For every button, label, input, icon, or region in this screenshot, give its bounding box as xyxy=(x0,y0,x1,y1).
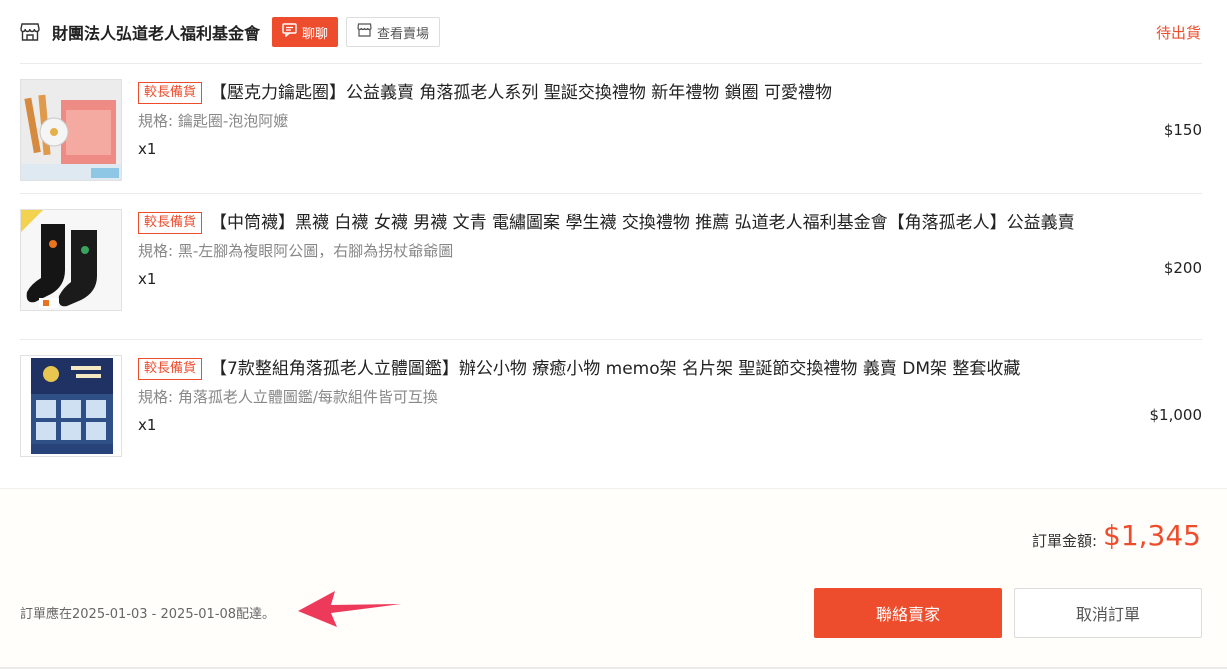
item-spec: 規格: 鑰匙圈-泡泡阿嬤 xyxy=(138,112,289,130)
item-quantity: x1 xyxy=(138,270,157,288)
preorder-tag: 較長備貨 xyxy=(138,82,203,104)
item-price: $200 xyxy=(1163,259,1202,277)
view-shop-button[interactable]: 查看賣場 xyxy=(346,17,441,47)
item-price: $150 xyxy=(1163,121,1202,139)
chat-icon xyxy=(282,23,297,41)
item-details: 較長備貨 【中筒襪】黑襪 白襪 女襪 男襪 文青 電繡圖案 學生襪 交換禮物 推薦… xyxy=(138,209,1118,290)
item-price: $1,000 xyxy=(1149,406,1203,424)
product-thumbnail[interactable] xyxy=(20,79,122,181)
chat-button-label: 聊聊 xyxy=(302,26,329,42)
preorder-tag: 較長備貨 xyxy=(138,212,203,234)
item-title[interactable]: 較長備貨 【中筒襪】黑襪 白襪 女襪 男襪 文青 電繡圖案 學生襪 交換禮物 推薦… xyxy=(138,209,1118,238)
divider xyxy=(20,339,1202,340)
item-details: 較長備貨 【7款整組角落孤老人立體圖鑑】辦公小物 療癒小物 memo架 名片架 聖… xyxy=(138,355,1118,436)
view-shop-label: 查看賣場 xyxy=(377,26,430,42)
item-title-text: 【中筒襪】黑襪 白襪 女襪 男襪 文青 電繡圖案 學生襪 交換禮物 推薦 弘道老… xyxy=(210,213,1075,233)
divider xyxy=(20,193,1202,194)
shop-name[interactable]: 財團法人弘道老人福利基金會 xyxy=(52,20,260,44)
item-quantity: x1 xyxy=(138,140,157,158)
contact-seller-button[interactable]: 聯絡賣家 xyxy=(814,588,1002,638)
item-title[interactable]: 較長備貨 【7款整組角落孤老人立體圖鑑】辦公小物 療癒小物 memo架 名片架 聖… xyxy=(138,355,1118,384)
order-item[interactable]: 較長備貨 【7款整組角落孤老人立體圖鑑】辦公小物 療癒小物 memo架 名片架 聖… xyxy=(20,355,1202,457)
order-footer: 訂單金額: $1,345 訂單應在2025-01-03 - 2025-01-08… xyxy=(0,488,1227,669)
pointer-arrow xyxy=(295,587,405,635)
chat-button[interactable]: 聊聊 xyxy=(272,17,339,47)
order-total-label: 訂單金額: xyxy=(1031,532,1097,550)
delivery-note: 訂單應在2025-01-03 - 2025-01-08配達。 xyxy=(20,607,276,622)
preorder-tag: 較長備貨 xyxy=(138,358,203,380)
store-icon xyxy=(357,23,372,41)
item-quantity: x1 xyxy=(138,416,157,434)
shop-icon xyxy=(20,22,40,42)
cancel-order-button[interactable]: 取消訂單 xyxy=(1014,588,1202,638)
order-item[interactable]: 較長備貨 【中筒襪】黑襪 白襪 女襪 男襪 文青 電繡圖案 學生襪 交換禮物 推薦… xyxy=(20,209,1202,311)
item-details: 較長備貨 【壓克力鑰匙圈】公益義賣 角落孤老人系列 聖誕交換禮物 新年禮物 鎖圈 … xyxy=(138,79,1118,160)
product-thumbnail[interactable] xyxy=(20,355,122,457)
divider xyxy=(20,63,1202,64)
item-title-text: 【7款整組角落孤老人立體圖鑑】辦公小物 療癒小物 memo架 名片架 聖誕節交換… xyxy=(210,359,1021,379)
shop-header: 財團法人弘道老人福利基金會 聊聊 查看賣場 待出貨 xyxy=(20,16,1207,48)
item-title[interactable]: 較長備貨 【壓克力鑰匙圈】公益義賣 角落孤老人系列 聖誕交換禮物 新年禮物 鎖圈 … xyxy=(138,79,1118,108)
order-status: 待出貨 xyxy=(1155,24,1201,42)
item-spec: 規格: 角落孤老人立體圖鑑/每款組件皆可互換 xyxy=(138,388,438,406)
item-title-text: 【壓克力鑰匙圈】公益義賣 角落孤老人系列 聖誕交換禮物 新年禮物 鎖圈 可愛禮物 xyxy=(210,83,833,103)
order-total-value: $1,345 xyxy=(1103,519,1201,552)
item-spec: 規格: 黑-左腳為複眼阿公圖，右腳為拐杖爺爺圖 xyxy=(138,242,454,260)
order-item[interactable]: 較長備貨 【壓克力鑰匙圈】公益義賣 角落孤老人系列 聖誕交換禮物 新年禮物 鎖圈 … xyxy=(20,79,1202,181)
product-thumbnail[interactable] xyxy=(20,209,122,311)
